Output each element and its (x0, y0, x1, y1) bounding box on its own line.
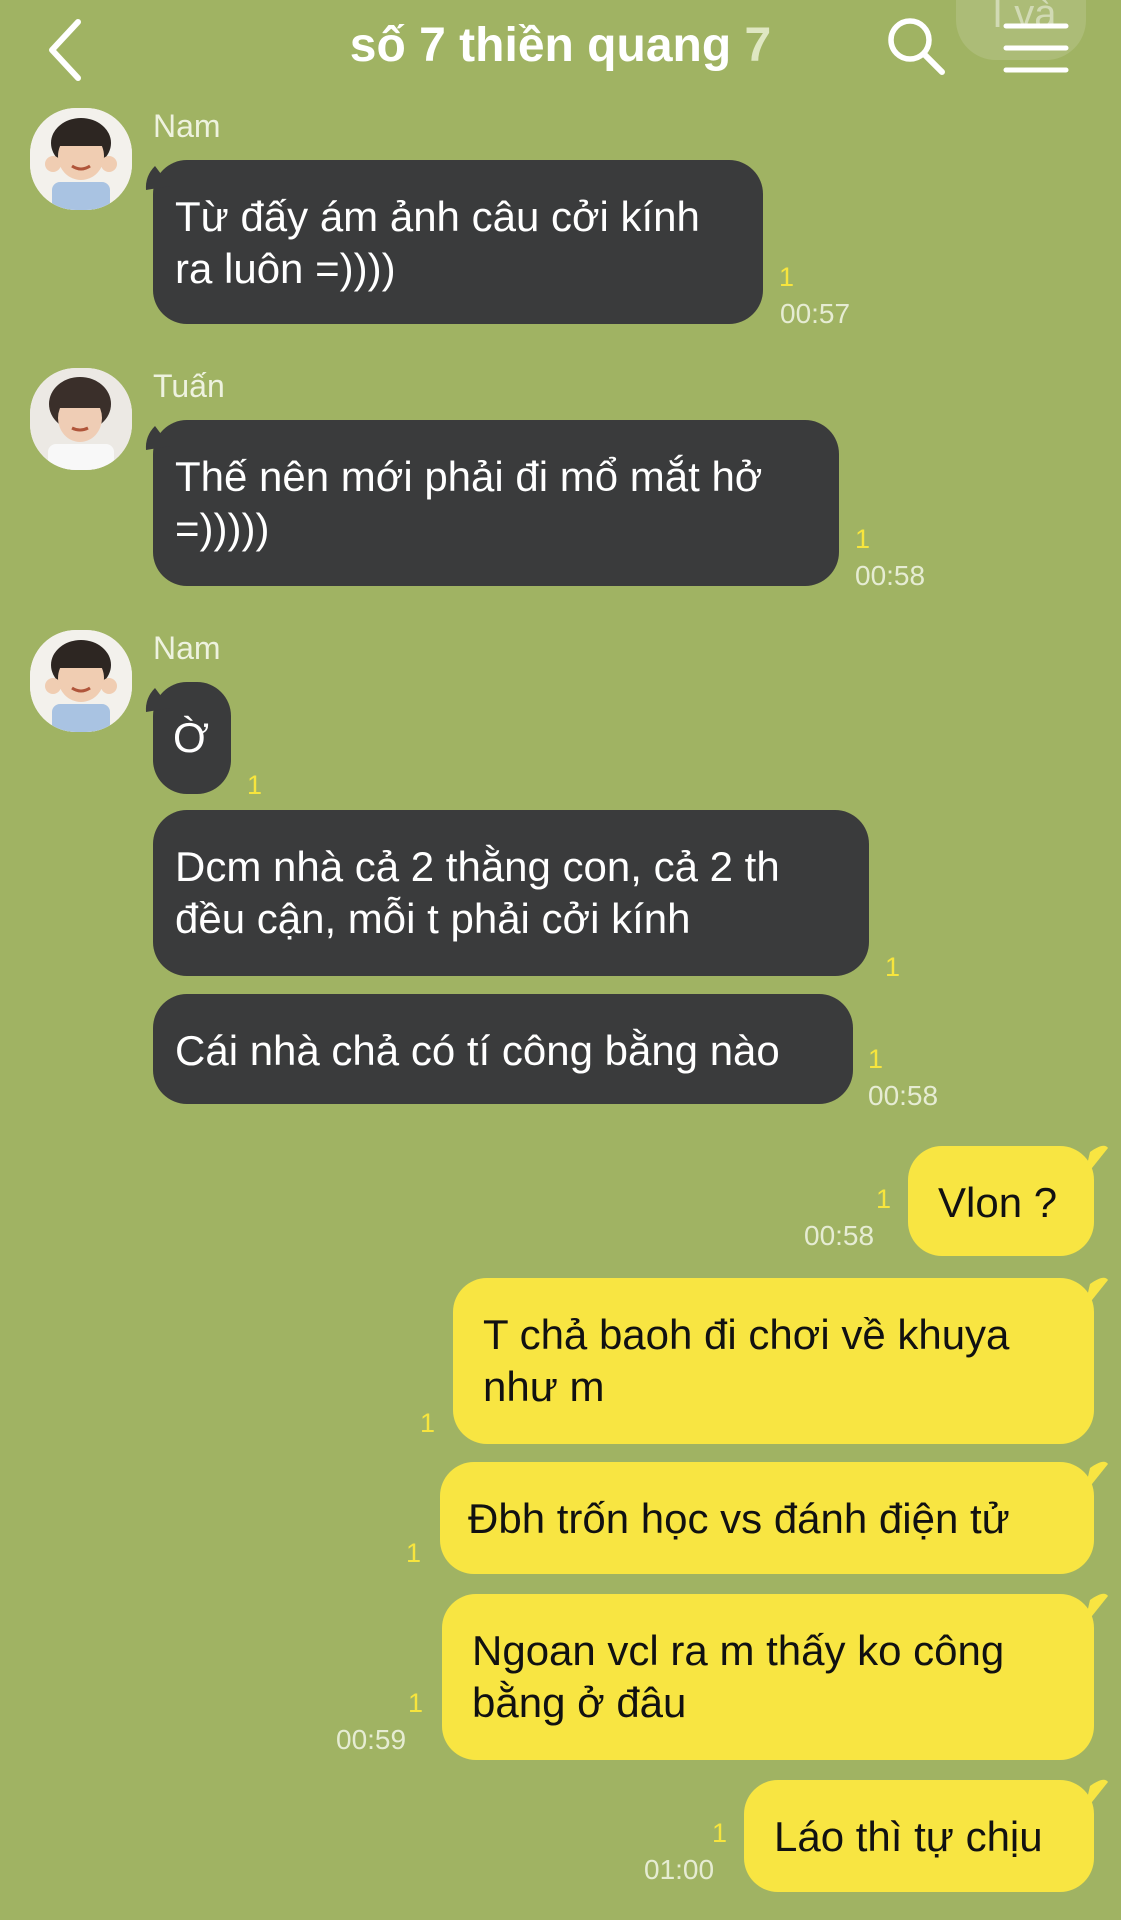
message-line: Láo thì tự chịu (774, 1813, 1043, 1860)
menu-button[interactable] (1000, 18, 1072, 78)
timestamp: 00:58 (855, 560, 926, 591)
avatar-nam[interactable] (30, 108, 132, 210)
boy-avatar-icon (30, 368, 132, 470)
message-text: Láo thì tự chịu (774, 1811, 1043, 1863)
boy-avatar-icon (30, 630, 132, 732)
timestamp: 00:57 (780, 298, 851, 329)
message-line: bằng ở đâu (472, 1679, 687, 1726)
message-line: Dcm nhà cả 2 thằng con, cả 2 th (175, 843, 780, 890)
message-bubble[interactable]: Thế nên mới phải đi mổ mắt hở =))))) (153, 420, 839, 586)
message-line: Ngoan vcl ra m thấy ko công (472, 1627, 1005, 1674)
message-bubble[interactable]: Đbh trốn học vs đánh điện tử (440, 1462, 1094, 1574)
message-line: Đbh trốn học vs đánh điện tử (468, 1495, 1010, 1542)
message-line: ra luôn =)))) (175, 245, 396, 292)
message-line: Cái nhà chả có tí công bằng nào (175, 1027, 780, 1074)
sender-name: Nam (153, 630, 221, 666)
read-count: 1 (420, 1408, 436, 1438)
message-line: Thế nên mới phải đi mổ mắt hở (175, 453, 763, 500)
hamburger-menu-icon (1003, 23, 1069, 73)
read-count: 1 (855, 524, 871, 554)
message-text: Thế nên mới phải đi mổ mắt hở =))))) (175, 451, 762, 555)
chat-name: số 7 thiền quang (349, 19, 732, 72)
message-text: Đbh trốn học vs đánh điện tử (468, 1493, 1010, 1545)
message-text: Ờ (173, 712, 209, 764)
timestamp: 01:00 (644, 1854, 715, 1885)
avatar-tuan[interactable] (30, 368, 132, 470)
chat-title: số 7 thiền quang 7 (0, 18, 1121, 73)
sender-name: Nam (153, 108, 221, 144)
read-count: 1 (876, 1184, 892, 1214)
read-count: 1 (885, 952, 901, 982)
read-count: 1 (406, 1538, 422, 1568)
read-count: 1 (868, 1044, 884, 1074)
search-button[interactable] (884, 14, 950, 80)
sender-name: Tuấn (153, 368, 225, 404)
read-count: 1 (247, 770, 263, 800)
message-text: Vlon ? (938, 1177, 1057, 1229)
timestamp: 00:58 (804, 1220, 875, 1251)
message-line: Vlon ? (938, 1179, 1058, 1226)
message-text: T chả baoh đi chơi về khuya như m (483, 1309, 1009, 1413)
read-count: 1 (712, 1818, 728, 1848)
message-line: T chả baoh đi chơi về khuya (483, 1311, 1010, 1358)
message-bubble[interactable]: T chả baoh đi chơi về khuya như m (453, 1278, 1094, 1444)
message-bubble[interactable]: Ngoan vcl ra m thấy ko công bằng ở đâu (442, 1594, 1094, 1760)
avatar-nam[interactable] (30, 630, 132, 732)
timestamp: 00:59 (336, 1724, 407, 1755)
timestamp: 00:58 (868, 1080, 939, 1111)
message-bubble[interactable]: Cái nhà chả có tí công bằng nào (153, 994, 853, 1104)
message-line: =))))) (175, 505, 270, 552)
boy-avatar-icon (30, 108, 132, 210)
search-icon (888, 18, 945, 75)
message-line: Ờ (173, 714, 210, 761)
message-text: Dcm nhà cả 2 thằng con, cả 2 th đều cận,… (175, 841, 780, 945)
message-bubble[interactable]: Từ đấy ám ảnh câu cởi kính ra luôn =)))) (153, 160, 763, 324)
message-line: đều cận, mỗi t phải cởi kính (175, 895, 691, 942)
read-count: 1 (779, 262, 795, 292)
message-text: Cái nhà chả có tí công bằng nào (175, 1025, 780, 1077)
message-bubble[interactable]: Ờ (153, 682, 231, 794)
message-line: như m (483, 1363, 605, 1410)
message-bubble[interactable]: Dcm nhà cả 2 thằng con, cả 2 th đều cận,… (153, 810, 869, 976)
message-bubble[interactable]: Láo thì tự chịu (744, 1780, 1094, 1892)
read-count: 1 (408, 1688, 424, 1718)
member-count: 7 (744, 19, 772, 72)
message-text: Ngoan vcl ra m thấy ko công bằng ở đâu (472, 1625, 1004, 1729)
chat-header: I và số 7 thiền quang 7 (0, 0, 1121, 100)
message-line: Từ đấy ám ảnh câu cởi kính (175, 193, 700, 240)
message-text: Từ đấy ám ảnh câu cởi kính ra luôn =)))) (175, 191, 700, 295)
message-bubble[interactable]: Vlon ? (908, 1146, 1094, 1256)
